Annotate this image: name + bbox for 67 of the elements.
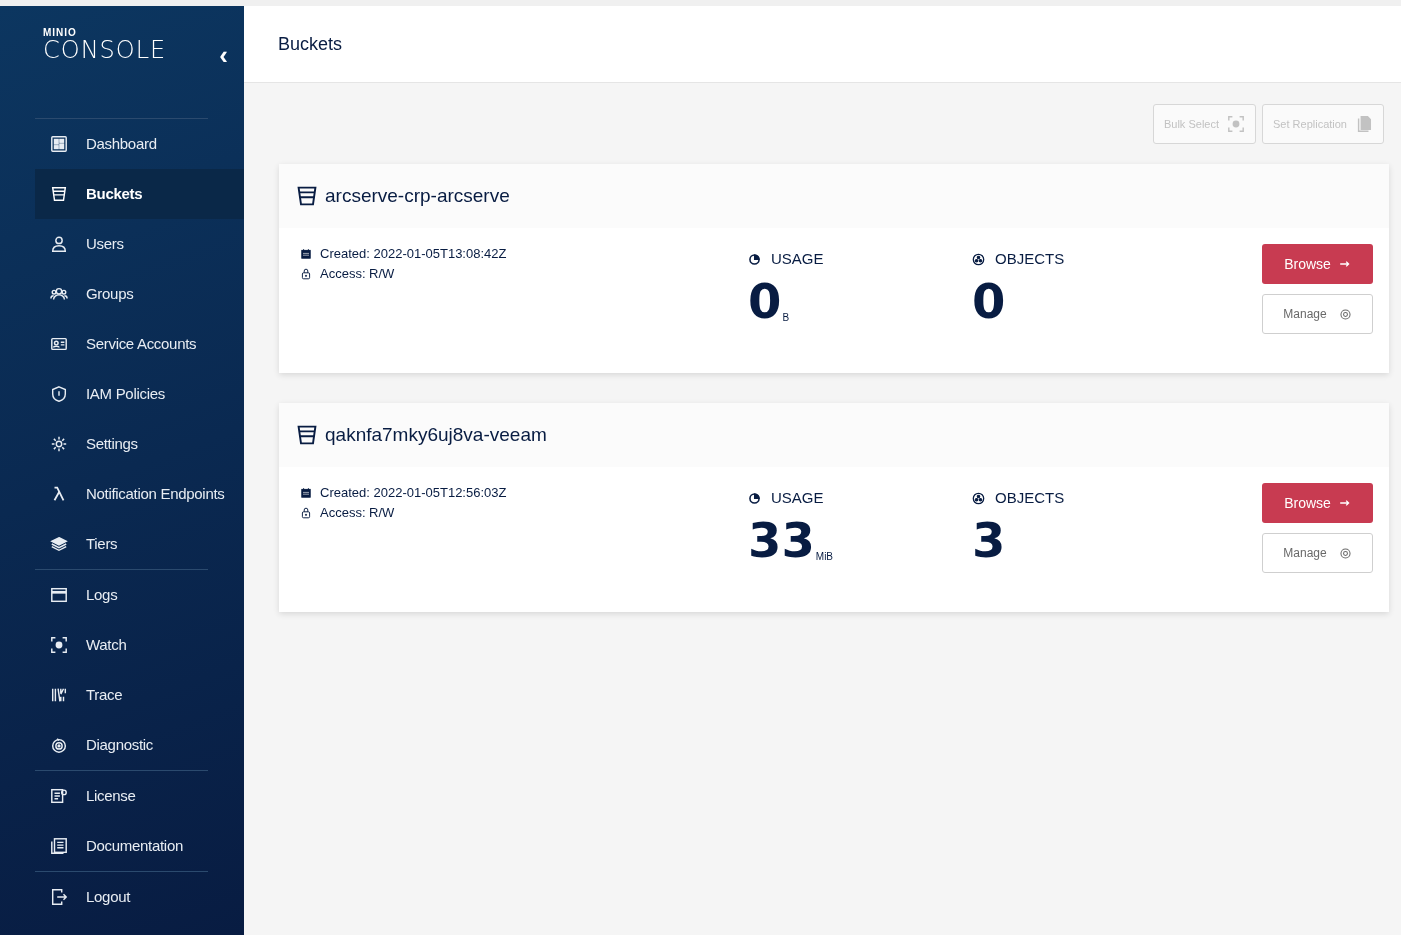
id-card-icon [50, 335, 68, 353]
lock-icon [300, 507, 312, 519]
sidebar-item[interactable]: Groups [35, 269, 244, 319]
manage-button[interactable]: Manage [1262, 533, 1373, 573]
usage-unit: B [782, 310, 790, 325]
pie-chart-icon [748, 491, 761, 505]
calendar-icon [300, 487, 312, 499]
sidebar-item[interactable]: Trace [35, 670, 244, 720]
sidebar-item[interactable]: IAM Policies [35, 369, 244, 419]
objects-icon [972, 491, 985, 505]
user-icon [50, 235, 68, 253]
sidebar-item[interactable]: Notification Endpoints [35, 469, 244, 519]
sidebar-item[interactable]: Tiers [35, 519, 244, 569]
page-title: Buckets [244, 6, 1401, 83]
usage-label: USAGE [771, 488, 824, 508]
sidebar-item[interactable]: Settings [35, 419, 244, 469]
usage-unit: MiB [815, 549, 834, 564]
objects-count: 3 [972, 515, 1006, 564]
objects-label: OBJECTS [995, 249, 1065, 269]
target-icon [50, 636, 68, 654]
objects-count: 0 [972, 276, 1006, 325]
access-mode: Access: R/W [320, 504, 395, 523]
logo-text: CONSOLE [43, 38, 167, 62]
pie-chart-icon [748, 252, 761, 266]
usage-value: 0 [748, 276, 782, 325]
created-date: Created: 2022-01-05T13:08:42Z [320, 245, 507, 264]
logout-icon [50, 888, 68, 906]
bucket-icon [295, 423, 319, 447]
arrow-right-icon [1338, 497, 1351, 509]
sidebar-item[interactable]: Service Accounts [35, 319, 244, 369]
usage-label: USAGE [771, 249, 824, 269]
sidebar-item[interactable]: Buckets [35, 169, 244, 219]
window-icon [50, 586, 68, 604]
lock-icon [300, 268, 312, 280]
browse-button[interactable]: Browse [1262, 483, 1373, 523]
sidebar-item[interactable]: Logs [35, 570, 244, 620]
calendar-icon [300, 248, 312, 260]
document-icon [50, 837, 68, 855]
objects-label: OBJECTS [995, 488, 1065, 508]
bucket-icon [50, 185, 68, 203]
sidebar-item[interactable]: Logout [35, 872, 244, 922]
license-icon [50, 787, 68, 805]
diagnostic-icon [50, 736, 68, 754]
sidebar-item[interactable]: Documentation [35, 821, 244, 871]
sidebar-item[interactable]: Dashboard [35, 119, 244, 169]
bucket-icon [295, 184, 319, 208]
browse-button[interactable]: Browse [1262, 244, 1373, 284]
copy-icon [1355, 115, 1373, 133]
usage-value: 33 [748, 515, 815, 564]
objects-icon [972, 252, 985, 266]
select-icon [1227, 115, 1245, 133]
trace-icon [50, 686, 68, 704]
bucket-name[interactable]: arcserve-crp-arcserve [325, 181, 510, 211]
sidebar-item[interactable]: Users [35, 219, 244, 269]
manage-button[interactable]: Manage [1262, 294, 1373, 334]
dashboard-icon [50, 135, 68, 153]
sidebar-item[interactable]: Watch [35, 620, 244, 670]
bucket-name[interactable]: qaknfa7mky6uj8va-veeam [325, 420, 547, 450]
sidebar-item[interactable]: Diagnostic [35, 720, 244, 770]
layers-icon [50, 535, 68, 553]
sidebar-item[interactable]: License [35, 771, 244, 821]
logo-caption: MINIO [43, 28, 78, 38]
created-date: Created: 2022-01-05T12:56:03Z [320, 484, 507, 503]
arrow-right-icon [1338, 258, 1351, 270]
shield-icon [50, 385, 68, 403]
collapse-button[interactable]: ‹ [217, 42, 230, 68]
access-mode: Access: R/W [320, 265, 395, 284]
